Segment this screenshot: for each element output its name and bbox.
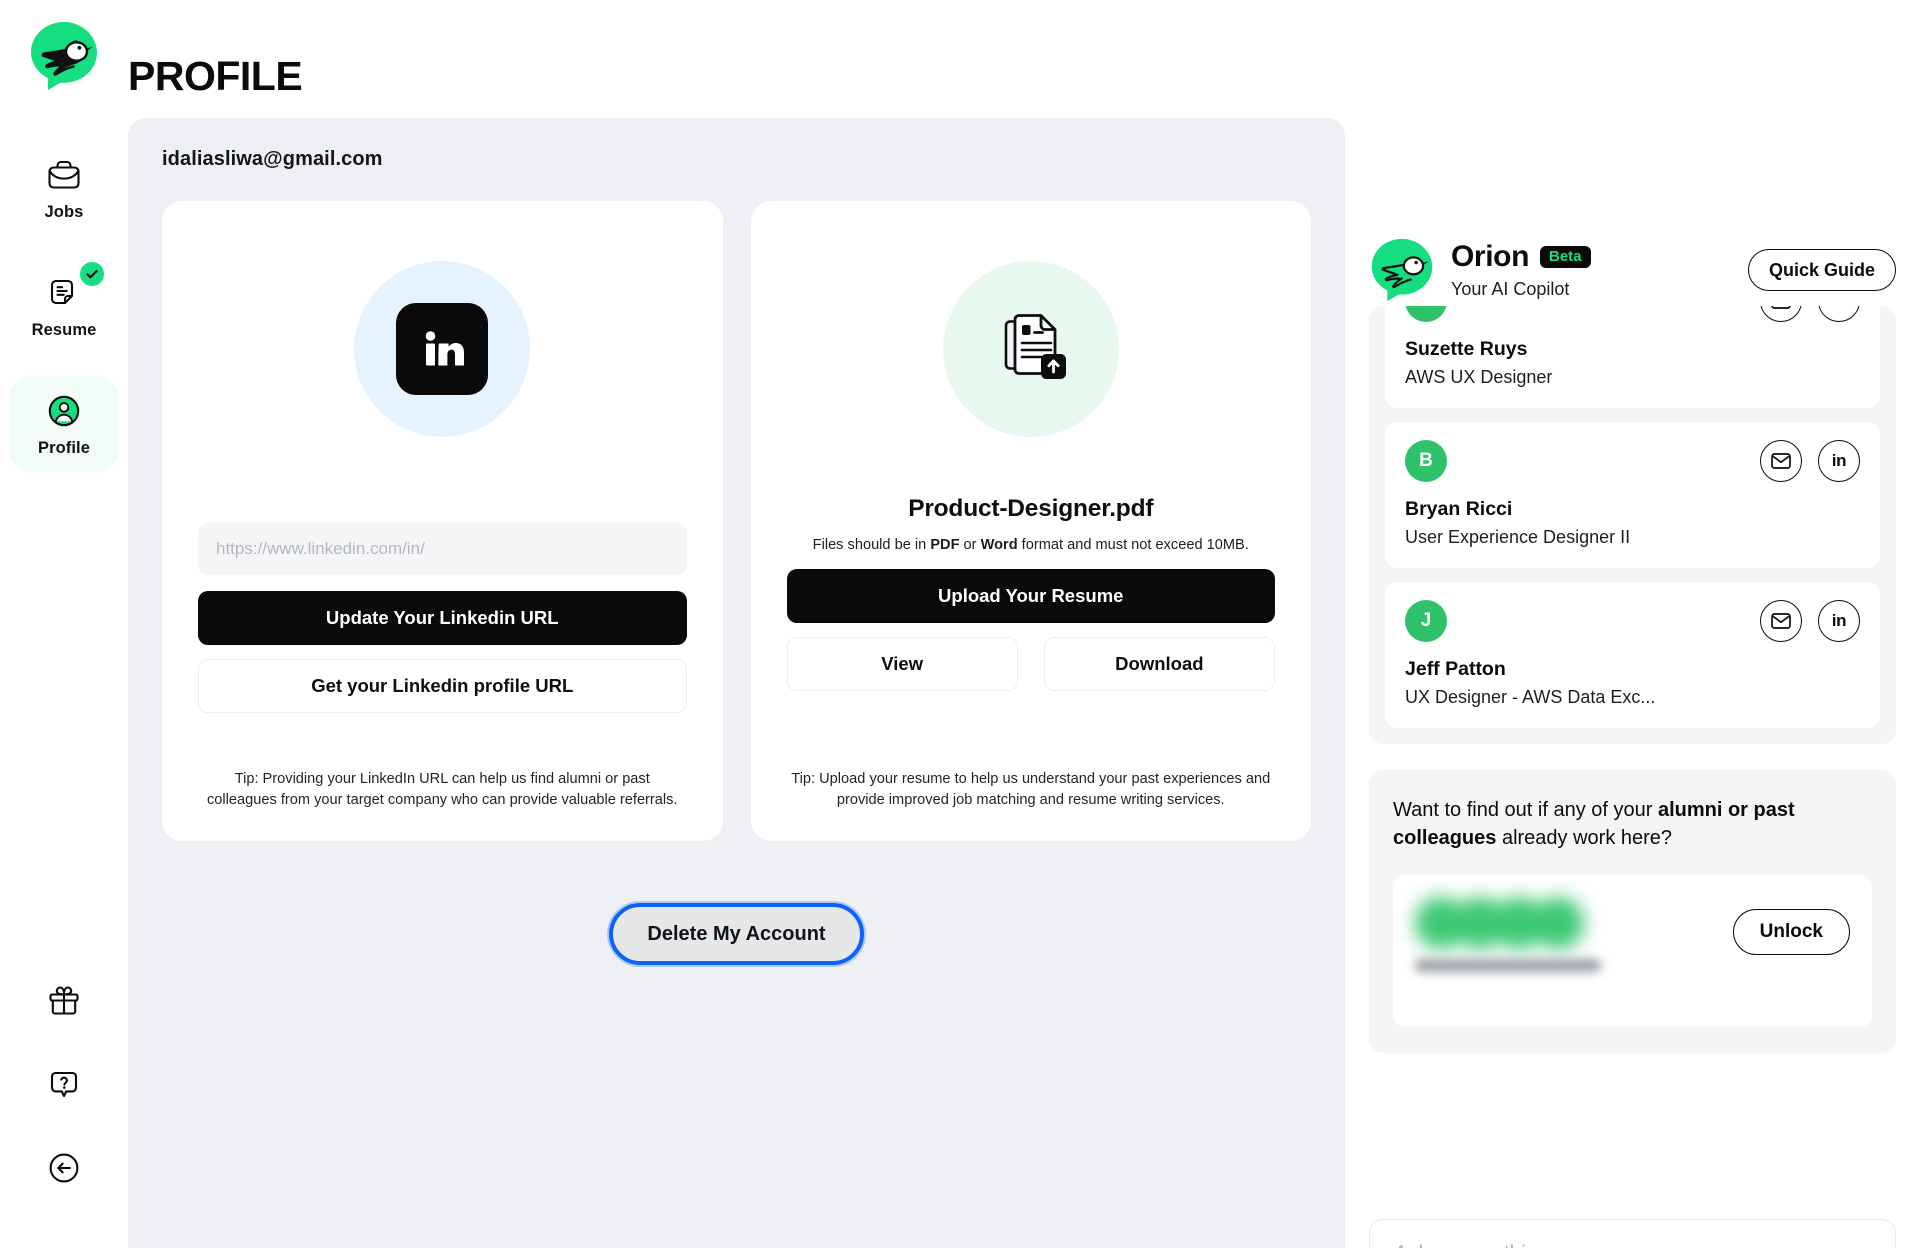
sidebar-item-jobs[interactable]: Jobs xyxy=(10,140,118,236)
copilot-bird-logo-icon xyxy=(1369,237,1435,303)
contacts-list[interactable]: S in xyxy=(1369,306,1896,744)
contact-name: Suzette Ruys xyxy=(1405,338,1528,360)
contact-name: Jeff Patton xyxy=(1405,658,1506,680)
linkedin-emblem xyxy=(354,261,531,437)
linkedin-url-input[interactable] xyxy=(198,523,687,575)
unlock-button[interactable]: Unlock xyxy=(1732,908,1850,955)
copilot-title: Orion xyxy=(1451,240,1529,273)
resume-card: Product-Designer.pdf Files should be in … xyxy=(750,201,1311,842)
copilot-subtitle: Your AI Copilot xyxy=(1451,279,1570,299)
resume-tip: Tip: Upload your resume to help us under… xyxy=(791,771,1271,809)
main-column: PROFILE idaliasliwa@gmail.com https://ww… xyxy=(128,0,1920,1248)
envelope-icon[interactable] xyxy=(1760,440,1802,482)
contact-top: S in xyxy=(1405,306,1860,322)
linkedin-icon xyxy=(396,303,489,395)
ask-input-wrapper xyxy=(1369,1219,1896,1248)
copilot-header: Orion Beta Your AI Copilot Quick Guide xyxy=(1369,118,1896,306)
envelope-icon[interactable] xyxy=(1760,306,1802,322)
account-email: idaliasliwa@gmail.com xyxy=(162,148,383,170)
alumni-locked-preview: Unlock xyxy=(1393,874,1872,1027)
resume-format-hint: Files should be in PDF or Word format an… xyxy=(813,537,1249,553)
contact-role: UX Designer - AWS Data Exc... xyxy=(1405,687,1656,707)
sidebar-item-profile[interactable]: Profile xyxy=(10,376,118,472)
update-linkedin-url-button[interactable]: Update Your Linkedin URL xyxy=(198,591,687,645)
user-circle-icon xyxy=(43,390,85,432)
contact-card[interactable]: J in Jeff Patton UX Designer - AWS Data … xyxy=(1385,582,1880,728)
envelope-icon[interactable] xyxy=(1760,600,1802,642)
profile-cards: Update Your Linkedin URL Get your Linked… xyxy=(162,201,1311,842)
linkedin-in-icon[interactable]: in xyxy=(1818,306,1860,322)
resume-complete-check-icon xyxy=(80,262,104,286)
linkedin-in-icon[interactable]: in xyxy=(1818,600,1860,642)
hint-part: or xyxy=(959,537,981,553)
blurred-text-placeholder xyxy=(1415,958,1601,972)
contact-actions: in xyxy=(1760,440,1860,482)
hint-pdf: PDF xyxy=(930,537,960,553)
document-lines-icon xyxy=(43,272,85,314)
page-title: PROFILE xyxy=(128,53,303,99)
contact-card[interactable]: S in xyxy=(1385,306,1880,408)
resume-file-name: Product-Designer.pdf xyxy=(908,495,1154,522)
app-logo[interactable] xyxy=(28,20,100,92)
sidebar-nav: Jobs Resume Profile xyxy=(0,140,128,494)
contact-role: User Experience Designer II xyxy=(1405,527,1631,547)
contact-top: B in xyxy=(1405,440,1860,482)
sidebar: Jobs Resume Profile xyxy=(0,0,128,1248)
copilot-titles: Orion Beta Your AI Copilot xyxy=(1451,240,1732,300)
view-resume-button[interactable]: View xyxy=(786,637,1018,691)
hint-part: Files should be in xyxy=(812,537,931,553)
alumni-q-part: Want to find out if any of your xyxy=(1393,799,1658,821)
contact-card[interactable]: B in Bryan Ricci User Experience Designe… xyxy=(1385,422,1880,568)
contact-role: AWS UX Designer xyxy=(1405,367,1553,387)
logout-back-arrow-icon[interactable] xyxy=(42,1146,86,1190)
help-question-icon[interactable] xyxy=(42,1062,86,1106)
ask-input[interactable] xyxy=(1369,1219,1896,1248)
alumni-q-part: already work here? xyxy=(1496,827,1673,850)
blurred-avatar-stack-icon xyxy=(1415,896,1615,949)
hint-part: format and must not exceed 10MB. xyxy=(1017,537,1249,553)
sidebar-item-label: Resume xyxy=(31,321,97,339)
beta-badge: Beta xyxy=(1540,246,1591,268)
alumni-prompt-card: Want to find out if any of your alumni o… xyxy=(1369,770,1896,1053)
sidebar-item-label: Jobs xyxy=(44,203,84,221)
briefcase-icon xyxy=(43,154,85,196)
copilot-panel: Orion Beta Your AI Copilot Quick Guide S xyxy=(1345,118,1920,1248)
contact-name: Bryan Ricci xyxy=(1405,498,1513,520)
profile-panel: idaliasliwa@gmail.com https://www.linked… xyxy=(128,118,1345,1248)
upload-resume-button[interactable]: Upload Your Resume xyxy=(786,569,1275,623)
avatar: J xyxy=(1405,600,1447,642)
hint-word: Word xyxy=(980,537,1018,553)
content-row: idaliasliwa@gmail.com https://www.linked… xyxy=(128,118,1920,1248)
resume-emblem xyxy=(942,261,1119,437)
sidebar-item-resume[interactable]: Resume xyxy=(10,258,118,354)
linkedin-in-icon[interactable]: in xyxy=(1818,440,1860,482)
copilot-spacer xyxy=(1369,1053,1896,1219)
resume-actions: View Download xyxy=(786,637,1275,691)
contact-actions: in xyxy=(1760,600,1860,642)
contact-top: J in xyxy=(1405,600,1860,642)
sidebar-item-label: Profile xyxy=(37,439,91,457)
alumni-question: Want to find out if any of your alumni o… xyxy=(1393,796,1872,853)
delete-my-account-button[interactable]: Delete My Account xyxy=(609,903,864,966)
contact-actions: in xyxy=(1760,306,1860,322)
gift-icon[interactable] xyxy=(42,978,86,1022)
quick-guide-button[interactable]: Quick Guide xyxy=(1747,249,1896,291)
delete-account-row: Delete My Account xyxy=(162,903,1311,966)
download-resume-button[interactable]: Download xyxy=(1043,637,1275,691)
avatar: S xyxy=(1405,306,1447,322)
document-upload-icon xyxy=(985,301,1077,398)
app-root: Jobs Resume Profile PROFILE idaliasliwa@… xyxy=(0,0,1920,1248)
linkedin-card: Update Your Linkedin URL Get your Linked… xyxy=(162,201,723,842)
linkedin-tip: Tip: Providing your LinkedIn URL can hel… xyxy=(207,771,678,809)
sidebar-bottom-actions xyxy=(0,978,128,1190)
avatar: B xyxy=(1405,440,1447,482)
copilot-title-row: Orion Beta xyxy=(1451,240,1732,274)
get-linkedin-profile-url-button[interactable]: Get your Linkedin profile URL xyxy=(198,659,687,713)
blurred-avatars-preview xyxy=(1415,896,1615,983)
